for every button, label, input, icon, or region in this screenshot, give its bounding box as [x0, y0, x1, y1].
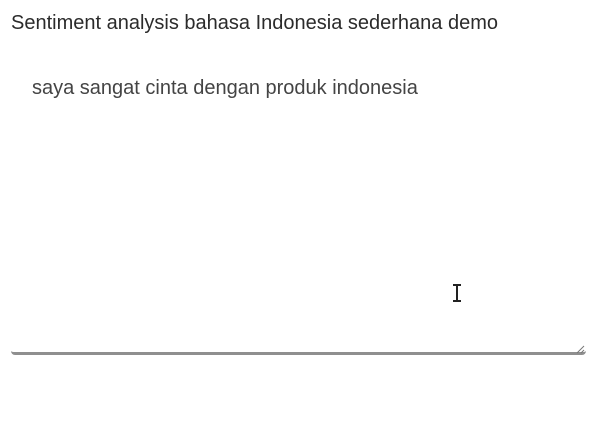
textarea-value[interactable]: saya sangat cinta dengan produk indonesi… [32, 76, 418, 100]
page-title: Sentiment analysis bahasa Indonesia sede… [11, 12, 498, 34]
text-cursor-icon [451, 283, 463, 303]
sentence-textarea[interactable]: saya sangat cinta dengan produk indonesi… [11, 58, 586, 355]
resize-grip-icon[interactable] [575, 341, 585, 354]
